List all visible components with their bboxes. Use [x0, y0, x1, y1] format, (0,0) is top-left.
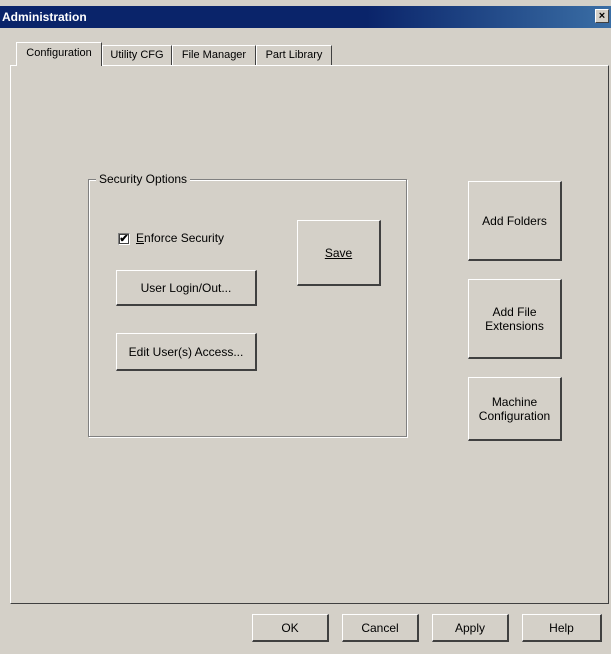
enforce-security-checkbox[interactable]: ✔	[118, 233, 130, 245]
enforce-security-label[interactable]: Enforce Security	[136, 231, 224, 245]
add-folders-label: Add Folders	[482, 213, 547, 228]
add-file-extensions-label-line2: Extensions	[485, 318, 544, 333]
tab-configuration-label: Configuration	[26, 47, 92, 59]
apply-button[interactable]: Apply	[432, 614, 509, 642]
machine-configuration-label-line1: Machine	[491, 394, 538, 409]
ok-button-label: OK	[281, 620, 299, 635]
administration-window: Administration × Configuration Utility C…	[0, 0, 611, 654]
user-login-out-button[interactable]: User Login/Out...	[116, 270, 257, 306]
apply-button-label: Apply	[454, 620, 486, 635]
tab-utility-cfg-label: Utility CFG	[110, 49, 164, 61]
edit-user-access-button[interactable]: Edit User(s) Access...	[116, 333, 257, 371]
window-title: Administration	[2, 10, 87, 24]
help-button[interactable]: Help	[522, 614, 602, 642]
cancel-button-label: Cancel	[361, 620, 399, 635]
tab-configuration[interactable]: Configuration	[16, 42, 102, 66]
ok-button[interactable]: OK	[252, 614, 329, 642]
edit-user-access-label: Edit User(s) Access...	[128, 344, 244, 359]
tab-part-library-label: Part Library	[265, 49, 323, 61]
add-file-extensions-button[interactable]: Add File Extensions	[468, 279, 562, 359]
machine-configuration-button[interactable]: Machine Configuration	[468, 377, 562, 441]
add-file-extensions-label-line1: Add File	[492, 304, 537, 319]
cancel-button[interactable]: Cancel	[342, 614, 419, 642]
add-folders-button[interactable]: Add Folders	[468, 181, 562, 261]
security-options-group	[88, 179, 407, 437]
close-icon[interactable]: ×	[595, 9, 609, 23]
title-bar[interactable]: Administration ×	[0, 6, 611, 28]
save-button-label: Save	[324, 245, 353, 260]
tab-file-manager-label: File Manager	[181, 49, 247, 61]
machine-configuration-label-line2: Configuration	[478, 408, 551, 423]
save-button[interactable]: Save	[297, 220, 381, 286]
tab-part-library[interactable]: Part Library	[256, 45, 332, 65]
tab-utility-cfg[interactable]: Utility CFG	[102, 45, 172, 65]
help-button-label: Help	[549, 620, 574, 635]
security-options-label: Security Options	[96, 172, 191, 186]
tab-file-manager[interactable]: File Manager	[172, 45, 256, 65]
enforce-security-label-rest: nforce Security	[144, 231, 225, 245]
user-login-out-label: User Login/Out...	[140, 280, 232, 295]
